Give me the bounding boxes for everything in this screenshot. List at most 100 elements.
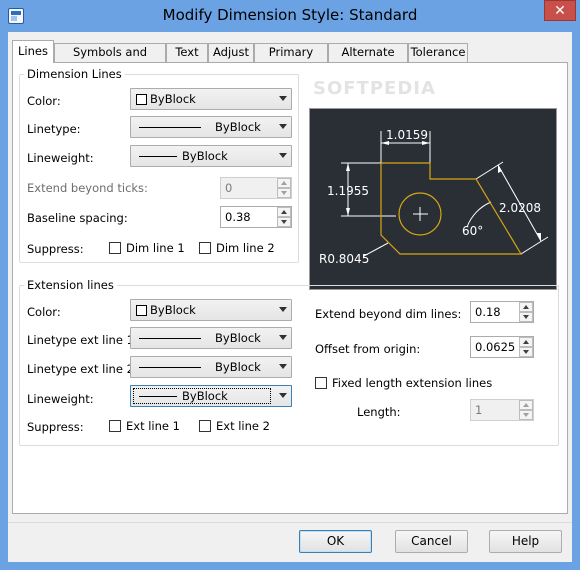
ext-lineweight-combo[interactable]: ByBlock [130, 385, 292, 407]
dim-left-text: 1.1955 [327, 184, 369, 198]
tab-primary-units[interactable]: Primary Units [254, 43, 328, 76]
line-sample [139, 338, 201, 339]
ext-lineweight-label: Lineweight: [27, 392, 94, 406]
dim-color-value: ByBlock [150, 92, 196, 106]
checkbox-box [109, 242, 121, 254]
close-button[interactable]: ✕ [544, 0, 576, 21]
ok-button[interactable]: OK [299, 530, 372, 553]
ext-color-label: Color: [27, 305, 61, 319]
line-sample [139, 396, 177, 397]
dim-line-2-label: Dim line 2 [216, 241, 275, 255]
ext-suppress-label: Suppress: [27, 420, 84, 434]
baseline-spacing-label: Baseline spacing: [27, 211, 128, 225]
spin-up-icon[interactable] [519, 337, 533, 347]
extend-dim-lines-value: 0.18 [475, 305, 501, 319]
chevron-down-icon [279, 96, 287, 101]
spin-down-icon[interactable] [519, 347, 533, 357]
dialog-window: Modify Dimension Style: Standard ✕ Lines… [0, 0, 580, 570]
chevron-down-icon [279, 124, 287, 129]
ext-linetype-2-combo[interactable]: ByBlock [130, 356, 292, 378]
line-sample [139, 127, 201, 128]
watermark: SOFTPEDIA [313, 78, 436, 99]
spin-down-icon[interactable] [519, 312, 533, 322]
length-value: 1 [475, 403, 483, 417]
line-sample [139, 156, 177, 157]
spin-up-icon[interactable] [277, 207, 291, 217]
baseline-spacing-spinner[interactable]: 0.38 [220, 206, 292, 228]
spin-down-icon[interactable] [277, 188, 291, 198]
window-title: Modify Dimension Style: Standard [162, 6, 418, 24]
baseline-spacing-value: 0.38 [225, 210, 251, 224]
dim-linetype-combo[interactable]: ByBlock [130, 116, 292, 138]
offset-origin-label: Offset from origin: [315, 342, 421, 356]
ext-line-1-checkbox[interactable]: Ext line 1 [109, 419, 180, 433]
dim-lineweight-combo[interactable]: ByBlock [130, 145, 292, 167]
ext-lineweight-value: ByBlock [182, 389, 228, 403]
ext-linetype-2-label: Linetype ext line 2: [27, 362, 138, 376]
chevron-down-icon [279, 153, 287, 158]
angle-text: 60° [462, 224, 483, 238]
lines-tab-page: SOFTPEDIA Dimension Lines Color: ByBlock… [12, 62, 568, 514]
extend-dim-lines-spinner[interactable]: 0.18 [470, 301, 534, 323]
extend-dim-lines-label: Extend beyond dim lines: [315, 307, 462, 321]
length-label: Length: [357, 405, 401, 419]
tab-adjust[interactable]: Adjust [208, 43, 254, 62]
dim-lineweight-label: Lineweight: [27, 151, 94, 165]
tab-alternate-units[interactable]: Alternate Units [328, 43, 408, 76]
dim-diag-text: 2.0208 [499, 201, 541, 215]
extend-beyond-ticks-value: 0 [225, 181, 233, 195]
length-spinner[interactable]: 1 [470, 399, 534, 421]
dim-line-2-checkbox[interactable]: Dim line 2 [199, 241, 275, 255]
dim-top-text: 1.0159 [386, 128, 428, 142]
color-swatch [136, 94, 147, 105]
extend-beyond-ticks-label: Extend beyond ticks: [27, 181, 148, 195]
extend-beyond-ticks-spinner[interactable]: 0 [220, 177, 292, 199]
ext-color-combo[interactable]: ByBlock [130, 299, 292, 321]
ext-line-2-checkbox[interactable]: Ext line 2 [199, 419, 270, 433]
chevron-down-icon [279, 364, 287, 369]
dimension-lines-legend: Dimension Lines [27, 67, 122, 81]
dim-linetype-value: ByBlock [215, 120, 261, 134]
ext-linetype-1-combo[interactable]: ByBlock [130, 327, 292, 349]
help-button[interactable]: Help [489, 530, 562, 553]
tab-tolerance[interactable]: Tolerance [408, 43, 468, 62]
fixed-length-checkbox[interactable]: Fixed length extension lines [315, 376, 492, 390]
spin-up-icon[interactable] [519, 400, 533, 410]
checkbox-box [315, 377, 327, 389]
dim-suppress-label: Suppress: [27, 242, 84, 256]
offset-origin-spinner[interactable]: 0.0625 [470, 336, 534, 358]
ext-line-2-label: Ext line 2 [216, 419, 270, 433]
dialog-client: Lines Symbols and Arrows Text Adjust Pri… [8, 32, 572, 562]
ext-linetype-1-value: ByBlock [215, 331, 261, 345]
dim-color-combo[interactable]: ByBlock [130, 88, 292, 110]
radius-text: R0.8045 [319, 252, 369, 266]
dim-linetype-label: Linetype: [27, 122, 81, 136]
tab-text[interactable]: Text [166, 43, 208, 62]
checkbox-box [109, 420, 121, 432]
line-sample [139, 367, 201, 368]
tab-lines[interactable]: Lines [12, 40, 54, 63]
dim-line-1-label: Dim line 1 [126, 241, 185, 255]
offset-origin-value: 0.0625 [475, 340, 516, 354]
chevron-down-icon [279, 335, 287, 340]
preview-panel: 1.0159 1.1955 2.0208 60° R0.8045 [309, 108, 557, 290]
title-bar: Modify Dimension Style: Standard ✕ [0, 0, 580, 32]
spin-down-icon[interactable] [277, 217, 291, 227]
chevron-down-icon [279, 393, 287, 398]
spin-down-icon[interactable] [519, 410, 533, 420]
ext-color-value: ByBlock [150, 303, 196, 317]
spin-up-icon[interactable] [519, 302, 533, 312]
spin-up-icon[interactable] [277, 178, 291, 188]
color-swatch [136, 305, 147, 316]
dimension-preview-drawing: 1.0159 1.1955 2.0208 60° R0.8045 [319, 128, 549, 266]
dim-line-1-checkbox[interactable]: Dim line 1 [109, 241, 185, 255]
dim-lineweight-value: ByBlock [182, 149, 228, 163]
cancel-button[interactable]: Cancel [395, 530, 468, 553]
dim-color-label: Color: [27, 94, 61, 108]
tab-symbols-and-arrows[interactable]: Symbols and Arrows [54, 43, 166, 76]
fixed-length-label: Fixed length extension lines [332, 376, 493, 390]
footer-divider [8, 522, 572, 523]
ext-linetype-1-label: Linetype ext line 1: [27, 333, 138, 347]
extension-lines-legend: Extension lines [27, 278, 114, 292]
chevron-down-icon [279, 307, 287, 312]
